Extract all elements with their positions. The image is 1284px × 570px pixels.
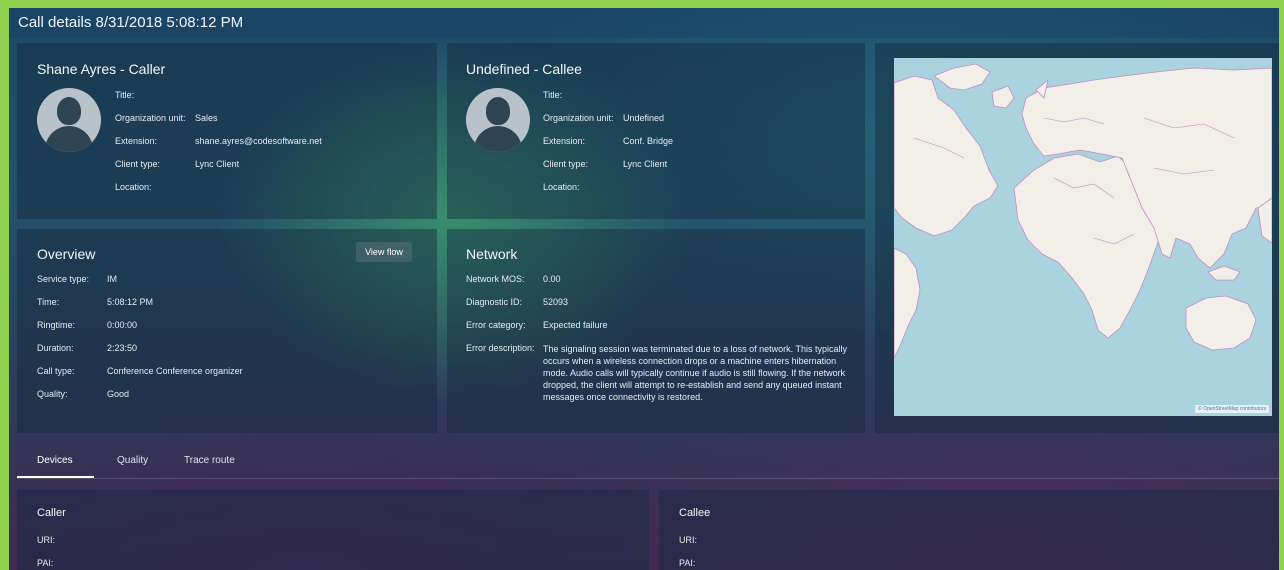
devices-caller-pai-label: PAI: [37,558,54,568]
network-mos-value: 0.00 [543,274,561,284]
view-flow-button[interactable]: View flow [356,242,412,262]
devices-callee-pai-label: PAI: [679,558,696,568]
callee-extension-value: Conf. Bridge [623,136,674,146]
caller-extension-value: shane.ayres@codesoftware.net [195,136,322,146]
caller-heading: Shane Ayres - Caller [37,61,166,77]
overview-heading: Overview [37,246,96,262]
devices-callee-card: Callee URI: PAI: [659,490,1279,570]
caller-org-label: Organization unit: [115,113,186,123]
ringtime-label: Ringtime: [37,320,76,330]
duration-value: 2:23:50 [107,343,138,353]
time-value: 5:08:12 PM [107,297,154,307]
callee-title-label: Title: [543,90,563,100]
network-fields: Network MOS: 0.00 Diagnostic ID: 52093 Err… [466,274,858,429]
caller-fields: Title: Organization unit: Sales Extension… [115,90,425,220]
person-icon [486,97,510,125]
devices-caller-card: Caller URI: PAI: [17,490,649,570]
time-label: Time: [37,297,60,307]
error-category-label: Error category: [466,320,526,330]
quality-value: Good [107,389,130,399]
map-attribution[interactable]: © OpenStreetMap contributors [1195,405,1269,413]
callee-client-value: Lync Client [623,159,668,169]
callee-org-value: Undefined [623,113,665,123]
world-map-graphic [894,63,1272,359]
overview-card: Overview View flow Service type: IM Time:… [17,229,437,433]
caller-card: Shane Ayres - Caller Title: Organization… [17,43,437,219]
caller-avatar [37,88,101,152]
person-icon [57,97,81,125]
callee-fields: Title: Organization unit: Undefined Exten… [543,90,853,220]
devices-callee-uri-label: URI: [679,535,697,545]
callee-org-label: Organization unit: [543,113,614,123]
service-type-label: Service type: [37,274,90,284]
diagnostic-id-value: 52093 [543,297,569,307]
tab-devices[interactable]: Devices [37,455,73,466]
caller-org-value: Sales [195,113,218,123]
caller-extension-label: Extension: [115,136,158,146]
tab-trace-route[interactable]: Trace route [184,455,235,466]
ringtime-value: 0:00:00 [107,320,138,330]
error-description-value: The signaling session was terminated due… [543,344,847,402]
callee-heading: Undefined - Callee [466,61,582,77]
callee-card: Undefined - Callee Title: Organization u… [447,43,865,219]
devices-callee-heading: Callee [679,507,711,519]
caller-client-value: Lync Client [195,159,240,169]
network-heading: Network [466,246,518,262]
caller-location-label: Location: [115,182,152,192]
detail-tabs: Devices Quality Trace route [17,445,1279,479]
call-type-label: Call type: [37,366,75,376]
call-details-window: Call details 8/31/2018 5:08:12 PM Shane … [9,8,1279,570]
call-type-value: Conference Conference organizer [107,366,243,376]
error-description-label: Error description: [466,343,535,353]
location-map[interactable]: © OpenStreetMap contributors [894,58,1272,416]
error-category-value: Expected failure [543,320,608,330]
overview-fields: Service type: IM Time: 5:08:12 PM Ringtime… [37,274,427,424]
devices-caller-heading: Caller [37,507,66,519]
callee-client-label: Client type: [543,159,589,169]
diagnostic-id-label: Diagnostic ID: [466,297,523,307]
caller-title-label: Title: [115,90,135,100]
caller-client-label: Client type: [115,159,161,169]
active-tab-indicator [17,476,94,478]
network-card: Network Network MOS: 0.00 Diagnostic ID: 5… [447,229,865,433]
callee-extension-label: Extension: [543,136,586,146]
callee-location-label: Location: [543,182,580,192]
quality-label: Quality: [37,389,68,399]
service-type-value: IM [107,274,117,284]
window-title: Call details 8/31/2018 5:08:12 PM [9,8,1279,38]
network-mos-label: Network MOS: [466,274,525,284]
duration-label: Duration: [37,343,74,353]
callee-avatar [466,88,530,152]
tab-quality[interactable]: Quality [117,455,148,466]
devices-caller-uri-label: URI: [37,535,55,545]
